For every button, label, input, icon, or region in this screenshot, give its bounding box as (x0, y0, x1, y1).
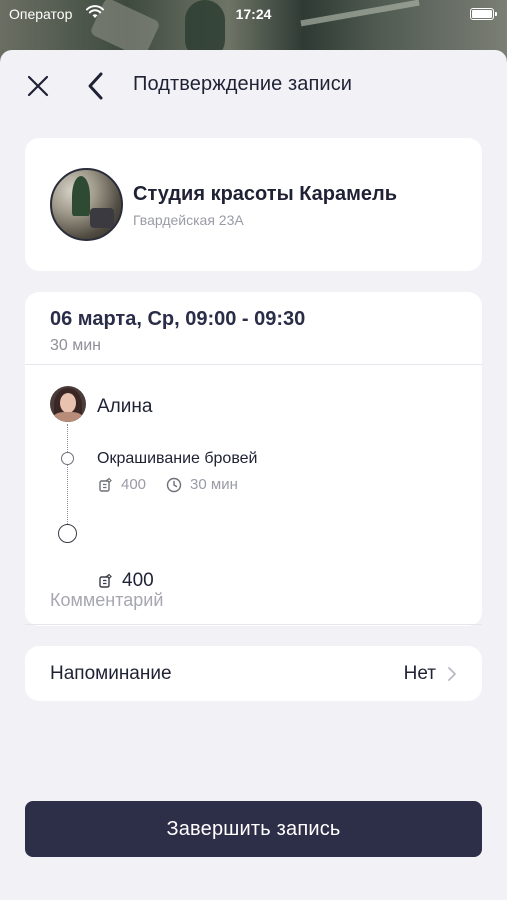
reminder-row[interactable]: Напоминание Нет (25, 646, 482, 701)
master-name: Алина (97, 396, 153, 417)
salon-card[interactable]: Студия красоты Карамель Гвардейская 23А (25, 138, 482, 271)
salon-avatar (50, 168, 123, 241)
page-title: Подтверждение записи (133, 73, 353, 95)
close-icon[interactable] (22, 70, 54, 102)
service-duration: 30 мин (190, 476, 238, 493)
service-meta: 400 30 мин (97, 476, 238, 493)
salon-address: Гвардейская 23А (133, 212, 244, 228)
booking-duration: 30 мин (50, 337, 102, 354)
clock: 17:24 (235, 6, 272, 22)
salon-name: Студия красоты Карамель (133, 183, 398, 205)
price-tag-icon (99, 477, 112, 492)
service-price: 400 (121, 476, 147, 493)
reminder-value: Нет (403, 663, 436, 684)
reminder-label: Напоминание (50, 663, 172, 684)
timeline-line (67, 424, 68, 524)
chevron-left-icon[interactable] (82, 70, 110, 102)
timeline-dot-icon (61, 452, 74, 465)
service-name: Окрашивание бровей (97, 450, 258, 467)
finish-booking-button[interactable]: Завершить запись (25, 801, 482, 857)
status-bar: Оператор 17:24 (0, 0, 507, 28)
avatar (50, 386, 86, 422)
chevron-right-icon (448, 667, 456, 681)
battery-icon (470, 8, 497, 20)
booking-date-time: 06 марта, Ср, 09:00 - 09:30 (50, 308, 306, 330)
booking-confirmation-sheet: Подтверждение записи Студия красоты Кара… (0, 50, 507, 900)
divider (25, 364, 482, 365)
timeline-end-dot-icon (58, 524, 77, 543)
clock-icon (166, 477, 182, 492)
comment-placeholder: Комментарий (50, 590, 164, 610)
comment-field[interactable]: Комментарий (25, 576, 482, 626)
